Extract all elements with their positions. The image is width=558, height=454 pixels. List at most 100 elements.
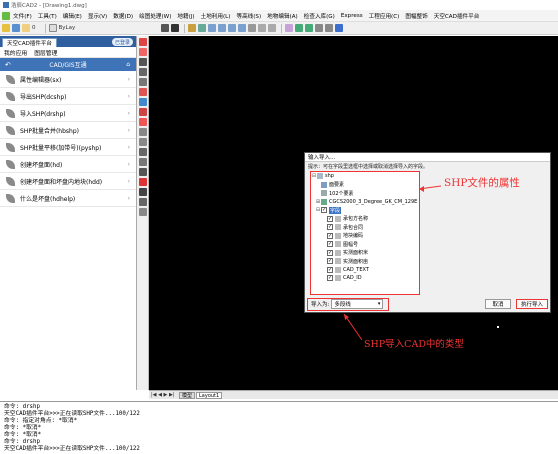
menu-draw[interactable]: 绘图处理(W): [139, 12, 171, 20]
offset-icon[interactable]: [138, 68, 147, 76]
tab-layout1[interactable]: Layout1: [196, 391, 223, 399]
field-item[interactable]: ✓ 地块编码: [311, 232, 419, 241]
zoom-out-icon[interactable]: [218, 24, 227, 32]
checkbox[interactable]: ✓: [327, 249, 333, 256]
layout-nav-buttons[interactable]: |◀ ◀ ▶ ▶|: [151, 392, 175, 398]
subtab-layer-manager[interactable]: 图层管理: [34, 48, 57, 57]
panel-item-create-ring[interactable]: 创建坏盘面(hd) ›: [0, 156, 136, 173]
field-item[interactable]: ✓ CAD_ID: [311, 274, 419, 283]
line-icon[interactable]: [315, 24, 324, 32]
layer-dropdown[interactable]: 0: [32, 25, 36, 31]
undo-icon[interactable]: [258, 24, 267, 32]
field-item[interactable]: ✓ 图幅号: [311, 240, 419, 249]
linetype-dropdown[interactable]: ByLay: [59, 25, 76, 31]
erase-icon[interactable]: [138, 38, 147, 46]
app-menu-icon[interactable]: [2, 11, 10, 20]
edit-icon[interactable]: [285, 24, 294, 32]
subtab-my-apps[interactable]: 我的应用: [4, 48, 27, 57]
help-icon[interactable]: [335, 24, 344, 32]
field-item[interactable]: ✓ CAD_TEXT: [311, 266, 419, 275]
pencil-icon[interactable]: [188, 24, 197, 32]
stretch-icon[interactable]: [138, 118, 147, 126]
checkbox[interactable]: ✓: [327, 232, 333, 239]
scale-icon[interactable]: [138, 108, 147, 116]
pan-icon[interactable]: [248, 24, 257, 32]
command-history[interactable]: 命令: drshp 天空CAD插件平台>>>正在读取SHP文件...100/12…: [0, 401, 558, 454]
tree-node-fields[interactable]: ⊟ ✓ 字段: [311, 206, 419, 215]
menu-view[interactable]: 显示(V): [88, 12, 107, 20]
checkbox[interactable]: ✓: [327, 266, 333, 273]
menu-feature-edit[interactable]: 地物编辑(A): [267, 12, 298, 20]
layer-icon[interactable]: [2, 24, 10, 32]
field-item[interactable]: ✓ 实测面积米: [311, 249, 419, 258]
tree-node-root[interactable]: ⊟ shp: [311, 172, 419, 181]
redo-icon[interactable]: [268, 24, 277, 32]
menu-landuse[interactable]: 土地利用(L): [201, 12, 231, 20]
field-item[interactable]: ✓ 承包合同: [311, 223, 419, 232]
checkbox[interactable]: ✓: [327, 275, 333, 282]
chamfer-icon[interactable]: [138, 168, 147, 176]
checkbox[interactable]: ✓: [327, 241, 333, 248]
field-item[interactable]: ✓ 承包方名称: [311, 215, 419, 224]
measure-icon[interactable]: [305, 24, 314, 32]
tree-node-geometry[interactable]: 面要素: [311, 181, 419, 190]
array-icon[interactable]: [138, 78, 147, 86]
trim-icon[interactable]: [138, 128, 147, 136]
panel-item-create-ring-parcel[interactable]: 创建坏盘面和坏盘内地块(hdd) ›: [0, 173, 136, 190]
tree-node-count[interactable]: 102个要素: [311, 189, 419, 198]
checkbox[interactable]: ✓: [327, 215, 333, 222]
tree-node-crs[interactable]: ⊞ CGCS2000_3_Degree_GK_CM_129E: [311, 198, 419, 207]
checkbox[interactable]: ✓: [327, 258, 333, 265]
grid-icon[interactable]: [161, 24, 170, 32]
copy-icon[interactable]: [138, 48, 147, 56]
checkbox[interactable]: ✓: [321, 207, 327, 214]
panel-tab[interactable]: 天空CAD插件平台: [2, 38, 57, 47]
menu-express[interactable]: Express: [341, 13, 363, 19]
panel-item-export-shp[interactable]: 导出SHP(dcshp) ›: [0, 88, 136, 105]
snap-icon[interactable]: [171, 24, 180, 32]
join-icon[interactable]: [138, 158, 147, 166]
zoom-in-icon[interactable]: [208, 24, 217, 32]
menu-edit[interactable]: 编辑(E): [63, 12, 82, 20]
move-icon[interactable]: [138, 88, 147, 96]
extend-icon[interactable]: [138, 138, 147, 146]
field-item[interactable]: ✓ 实测面积亩: [311, 257, 419, 266]
break-icon[interactable]: [138, 148, 147, 156]
menu-contour[interactable]: 等高线(S): [236, 12, 261, 20]
fillet-icon[interactable]: [138, 178, 147, 186]
execute-import-button[interactable]: 执行导入: [516, 299, 548, 309]
sun-icon[interactable]: [22, 24, 30, 32]
rotate-icon[interactable]: [138, 98, 147, 106]
menu-sheet[interactable]: 图幅整饰: [405, 12, 427, 20]
panel-item-shift-shp[interactable]: SHP批量平移(加带号)(pyshp) ›: [0, 139, 136, 156]
import-type-select[interactable]: 多段线 ▾: [331, 299, 384, 309]
menu-engineering[interactable]: 工程应用(C): [369, 12, 400, 20]
menu-file[interactable]: 文件(F): [13, 12, 32, 20]
zoom-window-icon[interactable]: [228, 24, 237, 32]
zoom-extent-icon[interactable]: [238, 24, 247, 32]
login-status-button[interactable]: 已登录: [111, 38, 133, 46]
lightbulb-icon[interactable]: [12, 24, 20, 32]
menu-check[interactable]: 检查入库(G): [304, 12, 335, 20]
menu-plugin[interactable]: 天空CAD插件平台: [434, 12, 480, 20]
panel-item-attribute-editor[interactable]: 属性编辑器(sx) ›: [0, 71, 136, 88]
panel-item-import-shp[interactable]: 导入SHP(drshp) ›: [0, 105, 136, 122]
menu-tools[interactable]: 工具(T): [38, 12, 57, 20]
panel-item-ring-help[interactable]: 什么是坏盘(hdhelp) ›: [0, 190, 136, 207]
line-tool-icon[interactable]: [138, 198, 147, 206]
checkbox[interactable]: ✓: [327, 224, 333, 231]
cancel-button[interactable]: 取消: [485, 299, 511, 309]
home-icon[interactable]: ⌂: [126, 61, 130, 68]
color-swatch-icon[interactable]: [48, 24, 57, 32]
mirror-icon[interactable]: [138, 58, 147, 66]
menu-cadastre[interactable]: 地籍(J): [177, 12, 194, 20]
panel-item-merge-shp[interactable]: SHP批量合并(hbshp) ›: [0, 122, 136, 139]
tab-model[interactable]: 模型: [179, 391, 196, 399]
menu-data[interactable]: 数据(D): [113, 12, 133, 20]
check-icon[interactable]: [198, 24, 207, 32]
polyline-icon[interactable]: [138, 208, 147, 216]
back-arrow-icon[interactable]: ↶: [5, 61, 11, 69]
arc-icon[interactable]: [325, 24, 334, 32]
explode-icon[interactable]: [138, 188, 147, 196]
move-icon[interactable]: [295, 24, 304, 32]
